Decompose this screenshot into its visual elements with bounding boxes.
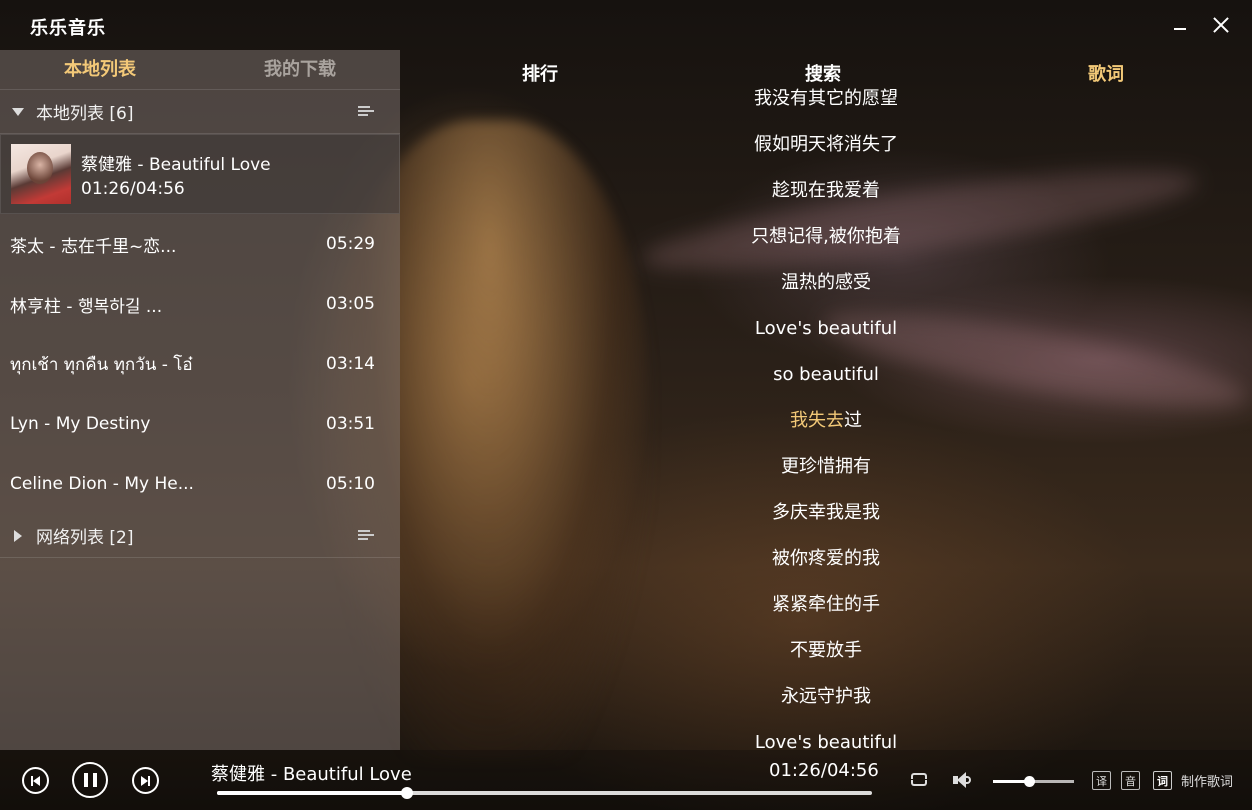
- lyric-line: 更珍惜拥有: [781, 456, 871, 477]
- song-duration: 05:29: [326, 234, 375, 254]
- current-song-time: 01:26/04:56: [81, 178, 185, 199]
- title-bar: 乐乐音乐: [0, 0, 1252, 50]
- lyrics-toggle-button[interactable]: 词: [1153, 771, 1172, 790]
- local-list-group-header[interactable]: 本地列表 [6]: [0, 90, 400, 134]
- progress-fill: [217, 791, 407, 795]
- song-list-item[interactable]: 茶太 - 志在千里~恋... 05:29: [0, 214, 400, 274]
- next-icon: [141, 775, 150, 786]
- repeat-icon[interactable]: [909, 772, 929, 788]
- current-song-item[interactable]: 蔡健雅 - Beautiful Love 01:26/04:56: [0, 134, 400, 214]
- song-duration: 05:10: [326, 474, 375, 494]
- pause-icon: [83, 773, 97, 787]
- song-title: Celine Dion - My He...: [10, 474, 194, 494]
- song-title: Lyn - My Destiny: [10, 414, 151, 434]
- list-menu-icon[interactable]: [358, 106, 374, 118]
- song-duration: 03:14: [326, 354, 375, 374]
- song-list-item[interactable]: Celine Dion - My He... 05:10: [0, 454, 400, 514]
- lyric-line: 不要放手: [790, 640, 862, 661]
- transliterate-lyrics-button[interactable]: 音: [1121, 771, 1140, 790]
- play-pause-button[interactable]: [72, 762, 108, 798]
- lyric-line: 假如明天将消失了: [754, 134, 898, 155]
- lyric-line-current: 我失去过: [626, 406, 1026, 452]
- progress-knob[interactable]: [400, 787, 413, 799]
- lyric-line: 我没有其它的愿望: [754, 88, 898, 109]
- lyric-line: 温热的感受: [781, 272, 871, 293]
- minimize-icon: [1174, 28, 1186, 30]
- tab-local-list[interactable]: 本地列表: [0, 50, 200, 89]
- tab-lyrics[interactable]: 歌词: [1088, 60, 1124, 86]
- song-list-item[interactable]: ทุกเช้า ทุกคืน ทุกวัน - โอ๋ 03:14: [0, 334, 400, 394]
- next-button[interactable]: [132, 767, 159, 794]
- tab-search[interactable]: 搜索: [805, 60, 841, 86]
- album-cover: [11, 144, 71, 204]
- lyrics-panel: 我没有其它的愿望 假如明天将消失了 趁现在我爱着 只想记得,被你抱着 温热的感受…: [626, 84, 1026, 774]
- song-title: 茶太 - 志在千里~恋...: [10, 236, 177, 257]
- lyric-line: 永远守护我: [781, 686, 871, 707]
- triangle-down-icon: [12, 107, 24, 116]
- triangle-right-icon: [14, 529, 22, 542]
- minimize-button[interactable]: [1167, 12, 1193, 38]
- network-list-group-header[interactable]: 网络列表 [2]: [0, 514, 400, 558]
- prev-icon: [31, 775, 40, 786]
- previous-button[interactable]: [22, 767, 49, 794]
- playlist-tabs: 本地列表 我的下载: [0, 50, 400, 90]
- make-lyrics-button[interactable]: 制作歌词: [1181, 771, 1233, 790]
- volume-knob[interactable]: [1024, 776, 1036, 787]
- translate-lyrics-button[interactable]: 译: [1092, 771, 1111, 790]
- song-duration: 03:51: [326, 414, 375, 434]
- lyric-line: Love's beautiful: [754, 318, 898, 339]
- lyric-line: 被你疼爱的我: [772, 548, 880, 569]
- volume-icon[interactable]: [952, 771, 974, 789]
- song-list-item[interactable]: Lyn - My Destiny 03:51: [0, 394, 400, 454]
- volume-slider[interactable]: [993, 776, 1074, 787]
- lyric-line: 紧紧牵住的手: [772, 594, 880, 615]
- song-list-item[interactable]: 林亨柱 - 행복하길 ... 03:05: [0, 274, 400, 334]
- song-duration: 03:05: [326, 294, 375, 314]
- lyric-sung-part: 我失去: [790, 410, 844, 431]
- progress-bar[interactable]: [217, 787, 872, 799]
- song-title: 林亨柱 - 행복하길 ...: [10, 296, 163, 317]
- app-title: 乐乐音乐: [30, 18, 106, 39]
- list-menu-icon[interactable]: [358, 530, 374, 542]
- song-title: ทุกเช้า ทุกคืน ทุกวัน - โอ๋: [10, 354, 193, 375]
- lyric-unsung-part: 过: [844, 410, 862, 431]
- player-bar: 蔡健雅 - Beautiful Love 01:26/04:56 译 音 词 制…: [0, 750, 1252, 810]
- close-icon: [1212, 16, 1230, 34]
- close-button[interactable]: [1208, 12, 1234, 38]
- lyric-line: 趁现在我爱着: [772, 180, 880, 201]
- now-playing-time: 01:26/04:56: [769, 760, 879, 781]
- playlist-panel: 本地列表 我的下载 本地列表 [6] 蔡健雅 - Beautiful Love …: [0, 50, 400, 750]
- tab-ranking[interactable]: 排行: [522, 60, 558, 86]
- current-song-title: 蔡健雅 - Beautiful Love: [81, 154, 271, 175]
- local-list-group-label: 本地列表 [6]: [36, 104, 134, 124]
- lyric-line: 只想记得,被你抱着: [751, 226, 901, 247]
- lyric-line: so beautiful: [773, 364, 879, 385]
- lyric-line: 多庆幸我是我: [772, 502, 880, 523]
- now-playing-title: 蔡健雅 - Beautiful Love: [211, 764, 412, 785]
- tab-my-downloads[interactable]: 我的下载: [200, 50, 400, 89]
- network-list-group-label: 网络列表 [2]: [36, 528, 134, 548]
